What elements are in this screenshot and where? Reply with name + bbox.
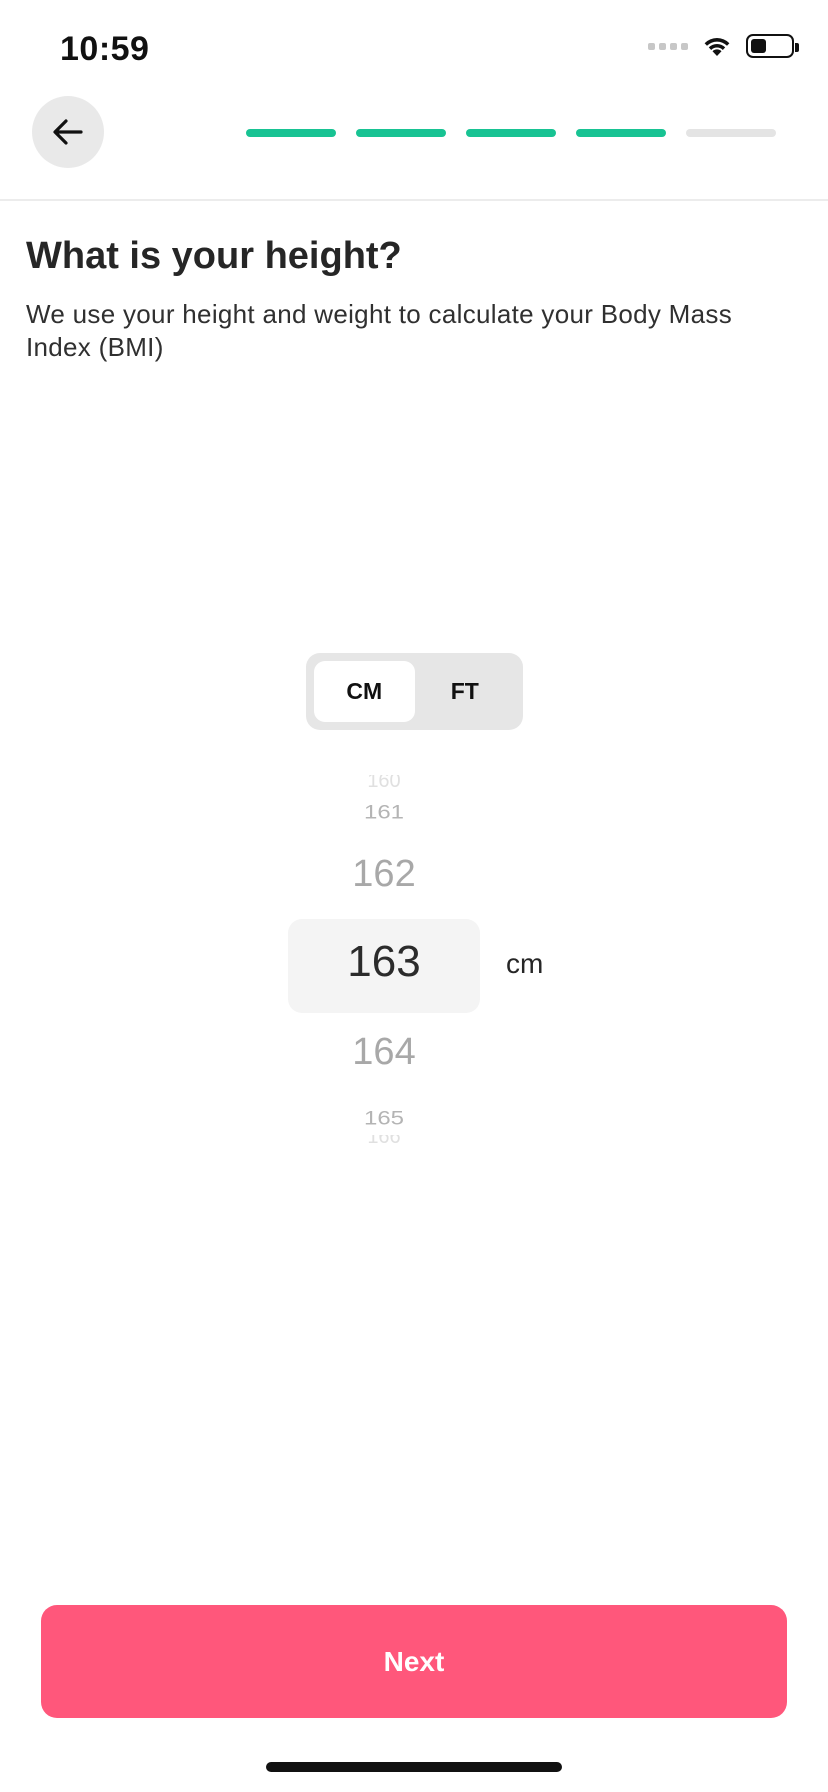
picker-item[interactable]: 161: [288, 802, 480, 824]
page-subtitle: We use your height and weight to calcula…: [26, 299, 732, 362]
header: [0, 96, 828, 201]
progress-segment: [686, 129, 776, 137]
unit-toggle: CM FT: [306, 653, 523, 730]
picker-item[interactable]: 160: [288, 775, 480, 789]
cellular-signal-icon: [648, 42, 688, 50]
back-button[interactable]: [32, 96, 104, 168]
progress-indicator: [246, 129, 776, 137]
unit-option-cm[interactable]: CM: [314, 661, 415, 722]
content: What is your height? We use your height …: [26, 230, 802, 364]
picker-item[interactable]: 165: [288, 1108, 480, 1130]
height-picker[interactable]: 160 161 162 163 164 165 166: [288, 775, 480, 1145]
status-time: 10:59: [60, 30, 150, 68]
progress-segment: [576, 129, 666, 137]
page-title: What is your height?: [26, 235, 402, 277]
next-button[interactable]: Next: [41, 1605, 787, 1718]
progress-segment: [356, 129, 446, 137]
picker-item[interactable]: 162: [288, 853, 480, 896]
status-icons: [648, 34, 799, 58]
progress-segment: [466, 129, 556, 137]
status-bar: 10:59: [0, 0, 828, 96]
picker-item[interactable]: 166: [288, 1135, 480, 1145]
arrow-left-icon: [53, 119, 83, 145]
progress-segment: [246, 129, 336, 137]
battery-icon: [746, 34, 799, 58]
picker-selected-value[interactable]: 163: [288, 937, 480, 987]
picker-unit-label: cm: [506, 948, 544, 979]
picker-item[interactable]: 164: [288, 1031, 480, 1074]
wifi-icon: [702, 35, 732, 57]
home-indicator: [266, 1762, 562, 1772]
unit-option-ft[interactable]: FT: [415, 661, 516, 722]
